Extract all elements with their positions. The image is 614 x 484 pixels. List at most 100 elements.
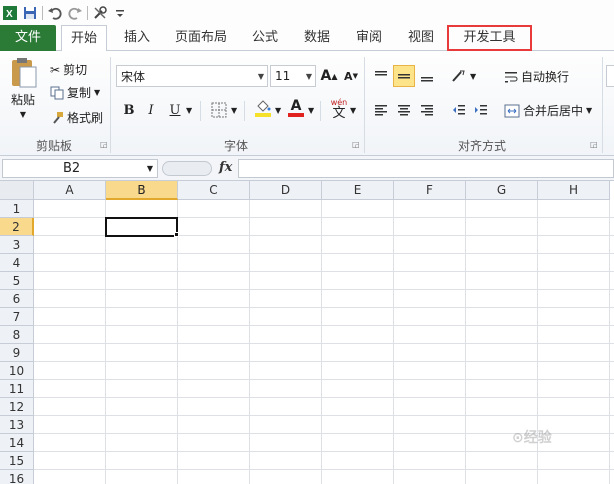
- align-middle-button[interactable]: [393, 65, 415, 87]
- tab-review[interactable]: 审阅: [346, 25, 392, 51]
- chevron-down-icon[interactable]: ▼: [470, 72, 476, 81]
- toolbar-separator: [42, 5, 43, 20]
- redo-icon[interactable]: [67, 5, 83, 21]
- tab-home[interactable]: 开始: [61, 25, 107, 52]
- customize-icon[interactable]: [112, 5, 128, 21]
- align-left-button[interactable]: [370, 99, 392, 121]
- align-left-icon: [375, 105, 387, 116]
- row-header[interactable]: 11: [0, 380, 34, 398]
- column-header[interactable]: C: [178, 181, 250, 200]
- column-header[interactable]: D: [250, 181, 322, 200]
- align-middle-icon: [398, 74, 410, 79]
- wrap-text-label: 自动换行: [521, 70, 570, 84]
- row-header[interactable]: 9: [0, 344, 34, 362]
- wrap-text-button[interactable]: 自动换行: [504, 68, 569, 85]
- svg-text:X: X: [6, 9, 13, 20]
- group-separator: [200, 101, 201, 121]
- column-header[interactable]: A: [34, 181, 106, 200]
- grow-font-button[interactable]: A ▲: [318, 65, 340, 87]
- italic-button[interactable]: I: [140, 99, 162, 121]
- increase-indent-icon: [475, 105, 487, 115]
- tools-icon[interactable]: [92, 5, 108, 21]
- row-header[interactable]: 3: [0, 236, 34, 254]
- column-header[interactable]: B: [106, 181, 178, 200]
- bold-button[interactable]: B: [118, 99, 140, 121]
- column-header[interactable]: H: [538, 181, 610, 200]
- chevron-down-icon: ▼: [305, 71, 312, 81]
- tab-formulas[interactable]: 公式: [242, 25, 288, 51]
- shrink-font-button[interactable]: A ▼: [340, 65, 362, 87]
- select-all-button[interactable]: [0, 181, 34, 200]
- column-header[interactable]: E: [322, 181, 394, 200]
- font-color-button[interactable]: A: [285, 97, 307, 119]
- chevron-down-icon[interactable]: ▼: [275, 106, 281, 115]
- increase-indent-button[interactable]: [470, 99, 492, 121]
- phonetic-char: 文: [332, 106, 346, 121]
- cut-button[interactable]: ✂ 剪切: [50, 61, 87, 78]
- column-header[interactable]: G: [466, 181, 538, 200]
- column-header[interactable]: F: [394, 181, 466, 200]
- merge-center-label: 合并后居中: [523, 104, 584, 118]
- paste-button[interactable]: 粘贴 ▼: [8, 57, 38, 119]
- align-right-button[interactable]: [416, 99, 438, 121]
- font-size-value: 11: [275, 69, 291, 83]
- dialog-launcher-icon[interactable]: ◲: [352, 140, 360, 149]
- copy-button[interactable]: 复制 ▼: [50, 84, 100, 101]
- underline-button[interactable]: U: [164, 99, 186, 121]
- row-header[interactable]: 1: [0, 200, 34, 218]
- decrease-indent-icon: [453, 105, 465, 115]
- tab-data[interactable]: 数据: [294, 25, 340, 51]
- row-header[interactable]: 16: [0, 470, 34, 484]
- tab-file[interactable]: 文件: [0, 25, 56, 51]
- tab-insert[interactable]: 插入: [114, 25, 160, 51]
- formula-input[interactable]: [238, 159, 614, 178]
- phonetic-guide-button[interactable]: wén 文: [328, 97, 350, 121]
- align-bottom-button[interactable]: [416, 65, 438, 87]
- row-header[interactable]: 14: [0, 434, 34, 452]
- merge-center-button[interactable]: 合并后居中 ▼: [504, 102, 592, 119]
- save-icon[interactable]: [22, 5, 38, 21]
- decrease-indent-button[interactable]: [448, 99, 470, 121]
- tab-page-layout[interactable]: 页面布局: [170, 25, 232, 51]
- font-name-value: 宋体: [121, 69, 146, 84]
- row-header[interactable]: 4: [0, 254, 34, 272]
- chevron-down-icon[interactable]: ▼: [308, 106, 314, 115]
- formula-bar-resize-handle[interactable]: [162, 161, 212, 176]
- tab-developer[interactable]: 开发工具: [447, 25, 532, 51]
- chevron-down-icon[interactable]: ▼: [231, 106, 237, 115]
- align-right-icon: [421, 105, 433, 116]
- brush-icon: [53, 111, 63, 124]
- row-header[interactable]: 10: [0, 362, 34, 380]
- active-cell-b2[interactable]: [105, 217, 178, 237]
- fill-color-swatch: [255, 113, 271, 117]
- row-header[interactable]: 7: [0, 308, 34, 326]
- chevron-down-icon[interactable]: ▼: [350, 106, 356, 115]
- row-header[interactable]: 5: [0, 272, 34, 290]
- excel-logo-icon[interactable]: X: [2, 5, 18, 21]
- format-painter-button[interactable]: 格式刷: [50, 109, 103, 126]
- font-size-select[interactable]: 11 ▼: [270, 65, 316, 87]
- row-header[interactable]: 13: [0, 416, 34, 434]
- row-header[interactable]: 15: [0, 452, 34, 470]
- undo-icon[interactable]: [47, 5, 63, 21]
- ribbon: 粘贴 ▼ ✂ 剪切 复制 ▼ 格式刷 剪贴板 ◲ 宋体 ▼ 11 ▼ A ▲ A ▼…: [0, 51, 614, 156]
- font-name-select[interactable]: 宋体 ▼: [116, 65, 268, 87]
- align-top-button[interactable]: [370, 65, 392, 87]
- name-box[interactable]: B2 ▼: [2, 159, 158, 178]
- fill-handle[interactable]: [174, 232, 179, 237]
- tab-view[interactable]: 视图: [398, 25, 444, 51]
- row-header[interactable]: 12: [0, 398, 34, 416]
- number-format-select[interactable]: [606, 65, 614, 87]
- align-center-button[interactable]: [393, 99, 415, 121]
- borders-button[interactable]: [208, 99, 230, 121]
- fill-color-button[interactable]: [252, 97, 274, 119]
- chevron-down-icon[interactable]: ▼: [186, 106, 192, 115]
- dialog-launcher-icon[interactable]: ◲: [590, 140, 598, 149]
- chevron-down-icon: ▼: [257, 71, 264, 81]
- dialog-launcher-icon[interactable]: ◲: [100, 140, 108, 149]
- row-header[interactable]: 2: [0, 218, 34, 236]
- row-header[interactable]: 8: [0, 326, 34, 344]
- orientation-button[interactable]: [448, 65, 470, 87]
- row-header[interactable]: 6: [0, 290, 34, 308]
- insert-function-icon[interactable]: fx: [219, 160, 232, 175]
